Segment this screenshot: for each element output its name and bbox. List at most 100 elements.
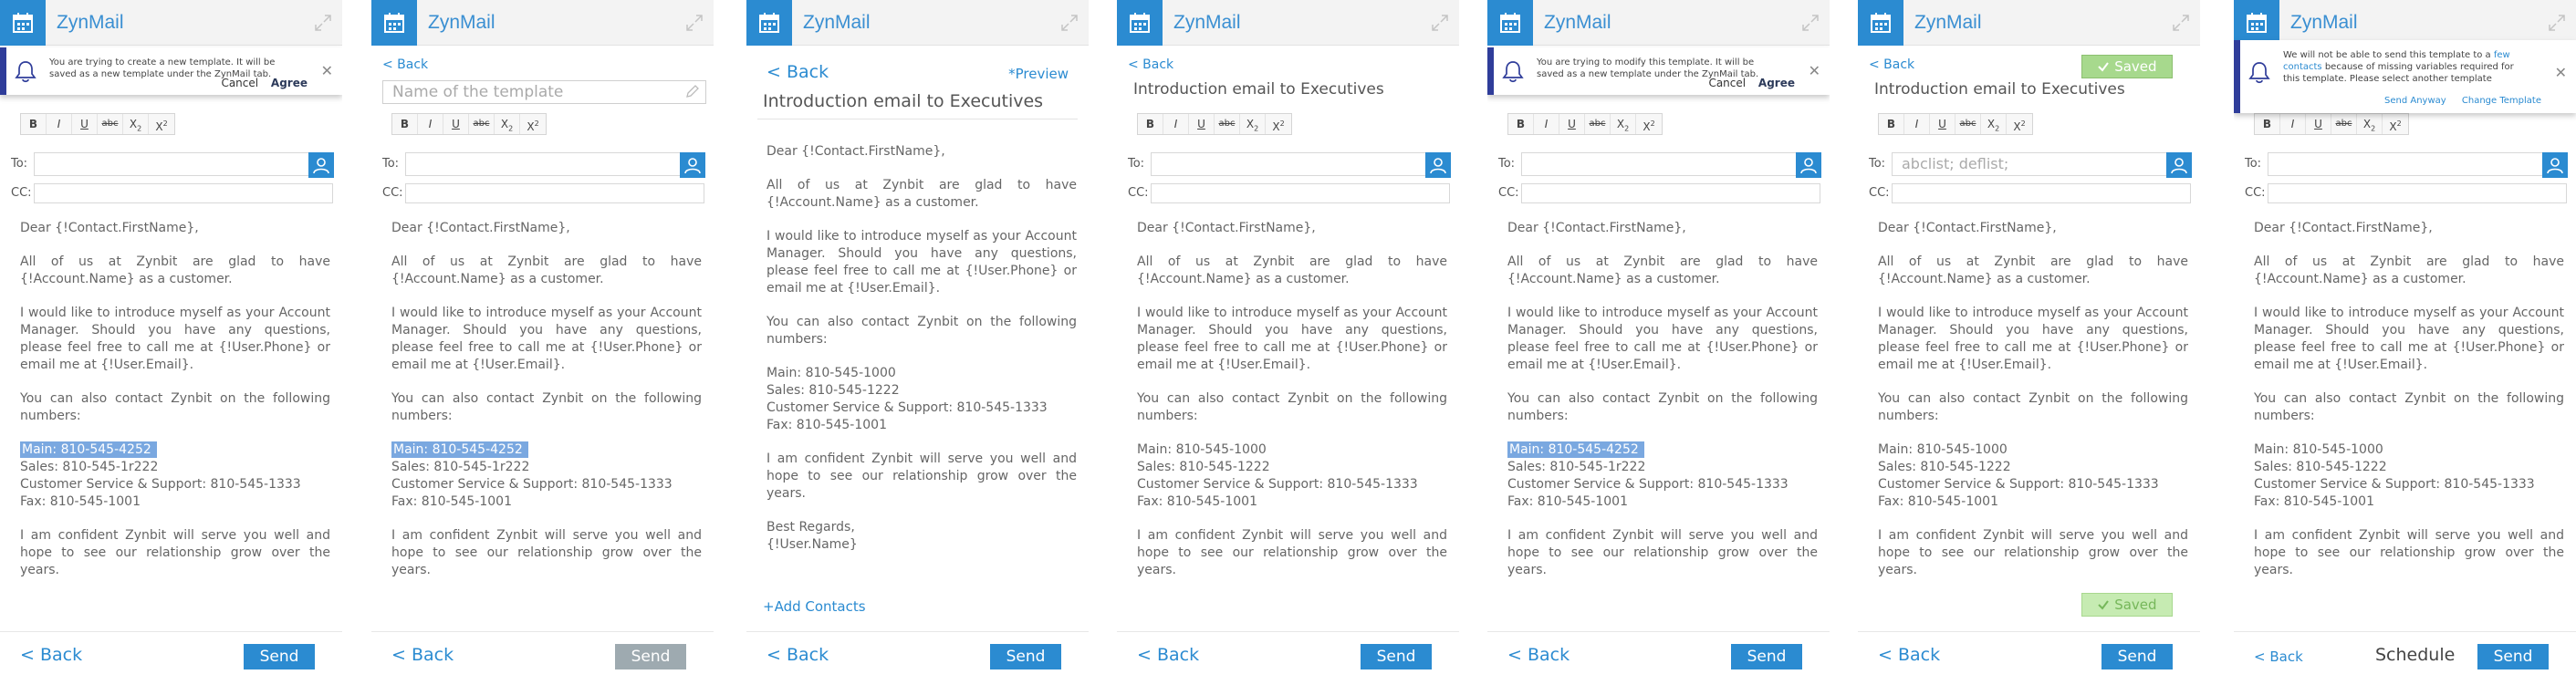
cc-field[interactable]	[2268, 183, 2567, 203]
italic-button[interactable]: I	[2280, 114, 2306, 134]
back-button[interactable]: < Back	[1878, 645, 1940, 665]
calendar-icon[interactable]	[371, 0, 417, 46]
person-icon[interactable]	[2542, 152, 2568, 178]
underline-button[interactable]: U	[1930, 114, 1955, 134]
template-name-input[interactable]: Name of the template	[382, 80, 706, 104]
subscript-button[interactable]: X2	[1240, 114, 1266, 134]
email-body[interactable]: Dear {!Contact.FirstName}, All of us at …	[391, 220, 702, 596]
calendar-icon[interactable]	[1487, 0, 1533, 46]
email-body[interactable]: Dear {!Contact.FirstName}, All of us at …	[1507, 220, 1818, 596]
underline-button[interactable]: U	[72, 114, 98, 134]
strikethrough-button[interactable]: abc	[2331, 114, 2357, 134]
calendar-icon[interactable]	[2234, 0, 2279, 46]
person-icon[interactable]	[1796, 152, 1821, 178]
close-icon[interactable]: ✕	[1809, 62, 1820, 79]
back-button[interactable]: < Back	[391, 645, 454, 665]
bold-button[interactable]: B	[1508, 114, 1534, 134]
send-button[interactable]: Send	[1731, 644, 1802, 669]
email-body[interactable]: Dear {!Contact.FirstName}, All of us at …	[1878, 220, 2188, 596]
superscript-button[interactable]: X2	[2007, 114, 2032, 134]
cancel-button[interactable]: Cancel	[221, 77, 258, 89]
back-button[interactable]: < Back	[1137, 645, 1199, 665]
pencil-icon[interactable]	[685, 84, 700, 99]
calendar-icon[interactable]	[1858, 0, 1903, 46]
underline-button[interactable]: U	[1559, 114, 1585, 134]
superscript-button[interactable]: X2	[520, 114, 546, 134]
bold-button[interactable]: B	[2255, 114, 2280, 134]
strikethrough-button[interactable]: abc	[1215, 114, 1240, 134]
schedule-button[interactable]: Schedule	[2375, 645, 2455, 665]
strikethrough-button[interactable]: abc	[469, 114, 495, 134]
italic-button[interactable]: I	[1163, 114, 1189, 134]
person-icon[interactable]	[1425, 152, 1451, 178]
strikethrough-button[interactable]: abc	[1585, 114, 1611, 134]
send-button[interactable]: Send	[615, 644, 686, 669]
person-icon[interactable]	[308, 152, 334, 178]
close-icon[interactable]: ✕	[321, 62, 333, 79]
cc-field[interactable]	[405, 183, 704, 203]
person-icon[interactable]	[2166, 152, 2192, 178]
change-template-link[interactable]: Change Template	[2462, 96, 2541, 106]
close-icon[interactable]: ✕	[2555, 64, 2567, 81]
strikethrough-button[interactable]: abc	[1955, 114, 1981, 134]
italic-button[interactable]: I	[1534, 114, 1559, 134]
bold-button[interactable]: B	[392, 114, 418, 134]
superscript-button[interactable]: X2	[1636, 114, 1662, 134]
subscript-button[interactable]: X2	[1981, 114, 2007, 134]
strikethrough-button[interactable]: abc	[98, 114, 123, 134]
calendar-icon[interactable]	[0, 0, 46, 46]
subscript-button[interactable]: X2	[2357, 114, 2383, 134]
agree-button[interactable]: Agree	[1758, 77, 1795, 89]
send-button[interactable]: Send	[1361, 644, 1432, 669]
superscript-button[interactable]: X2	[1266, 114, 1291, 134]
superscript-button[interactable]: X2	[2383, 114, 2408, 134]
underline-button[interactable]: U	[2306, 114, 2331, 134]
back-button[interactable]: < Back	[20, 645, 82, 665]
italic-button[interactable]: I	[1904, 114, 1930, 134]
calendar-icon[interactable]	[746, 0, 792, 46]
send-button[interactable]: Send	[2101, 644, 2173, 669]
cancel-button[interactable]: Cancel	[1708, 77, 1746, 89]
underline-button[interactable]: U	[1189, 114, 1215, 134]
email-body[interactable]: Dear {!Contact.FirstName}, All of us at …	[20, 220, 330, 596]
to-field[interactable]: abclist; deflist;	[1892, 152, 2179, 176]
back-button[interactable]: < Back	[767, 645, 829, 665]
bold-button[interactable]: B	[1138, 114, 1163, 134]
calendar-icon[interactable]	[1117, 0, 1163, 46]
expand-icon[interactable]	[1802, 15, 1819, 31]
add-contacts-link[interactable]: +Add Contacts	[763, 598, 866, 615]
subscript-button[interactable]: X2	[123, 114, 149, 134]
expand-icon[interactable]	[686, 15, 703, 31]
send-button[interactable]: Send	[990, 644, 1061, 669]
back-link[interactable]: < Back	[767, 62, 829, 82]
person-icon[interactable]	[680, 152, 705, 178]
italic-button[interactable]: I	[418, 114, 443, 134]
back-link[interactable]: < Back	[1128, 57, 1173, 72]
back-link[interactable]: < Back	[1869, 57, 1914, 72]
expand-icon[interactable]	[1061, 15, 1078, 31]
to-field[interactable]	[1151, 152, 1438, 176]
email-body[interactable]: Dear {!Contact.FirstName}, All of us at …	[2254, 220, 2564, 596]
cc-field[interactable]	[1892, 183, 2191, 203]
to-field[interactable]	[34, 152, 321, 176]
back-button[interactable]: < Back	[1507, 645, 1570, 665]
back-button[interactable]: < Back	[2254, 649, 2303, 665]
expand-icon[interactable]	[2173, 15, 2189, 31]
send-button[interactable]: Send	[2477, 644, 2549, 669]
back-link[interactable]: < Back	[382, 57, 428, 72]
send-button[interactable]: Send	[244, 644, 315, 669]
preview-link[interactable]: *Preview	[1008, 66, 1069, 82]
superscript-button[interactable]: X2	[149, 114, 174, 134]
bold-button[interactable]: B	[1879, 114, 1904, 134]
send-anyway-link[interactable]: Send Anyway	[2384, 96, 2446, 106]
underline-button[interactable]: U	[443, 114, 469, 134]
to-field[interactable]	[1521, 152, 1809, 176]
bold-button[interactable]: B	[21, 114, 47, 134]
cc-field[interactable]	[34, 183, 333, 203]
agree-button[interactable]: Agree	[271, 77, 308, 89]
subscript-button[interactable]: X2	[1611, 114, 1636, 134]
to-field[interactable]	[405, 152, 693, 176]
expand-icon[interactable]	[1432, 15, 1448, 31]
italic-button[interactable]: I	[47, 114, 72, 134]
subscript-button[interactable]: X2	[495, 114, 520, 134]
